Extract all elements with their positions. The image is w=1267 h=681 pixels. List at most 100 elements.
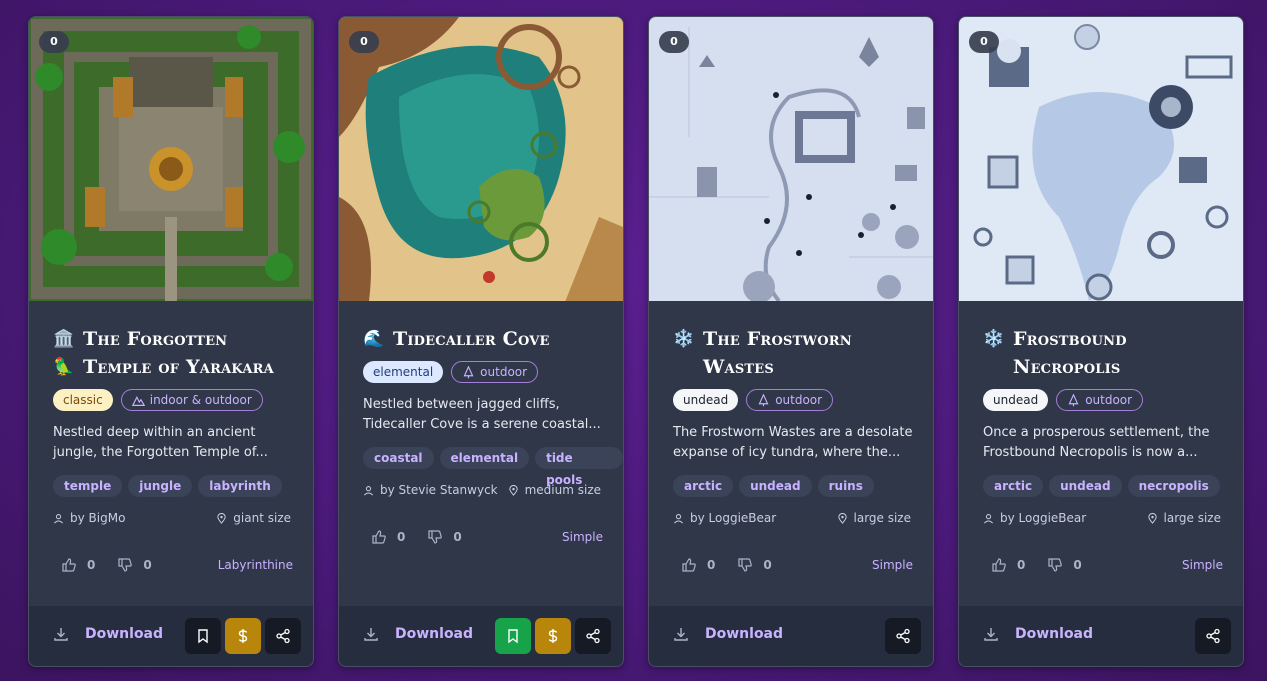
- environment-label: outdoor: [775, 393, 823, 407]
- dislike-count: 0: [143, 558, 152, 572]
- tag-chip[interactable]: labyrinth: [198, 475, 282, 497]
- dislike-button[interactable]: 0: [427, 529, 462, 545]
- map-size: large size: [837, 511, 912, 525]
- dislike-button[interactable]: 0: [117, 557, 152, 573]
- thumbs-up-icon: [992, 558, 1006, 572]
- environment-badge: outdoor: [451, 361, 539, 383]
- author[interactable]: by Stevie Stanwyck: [363, 483, 498, 497]
- download-button[interactable]: Download: [983, 626, 1093, 642]
- tag-chip[interactable]: arctic: [673, 475, 734, 497]
- share-button[interactable]: [1195, 618, 1231, 654]
- thumbs-down-icon: [428, 530, 443, 544]
- purchase-button[interactable]: [225, 618, 261, 654]
- type-badge: undead: [673, 389, 739, 411]
- like-button[interactable]: 0: [371, 529, 405, 545]
- tag-chip[interactable]: coastal: [363, 447, 434, 469]
- location-pin-icon: [508, 484, 518, 496]
- view-count-badge: 0: [969, 31, 999, 53]
- environment-label: outdoor: [1085, 393, 1133, 407]
- user-icon: [54, 513, 63, 523]
- tag-chip[interactable]: undead: [739, 475, 812, 497]
- like-count: 0: [87, 558, 96, 572]
- map-image: [649, 17, 933, 301]
- thumbs-down-icon: [738, 558, 753, 572]
- share-button[interactable]: [265, 618, 301, 654]
- complexity-label: Labyrinthine: [217, 558, 293, 572]
- like-button[interactable]: 0: [61, 557, 95, 573]
- title-icons: ❄️: [983, 325, 1005, 381]
- map-description: Once a prosperous settlement, the Frostb…: [983, 425, 1210, 460]
- share-button[interactable]: [575, 618, 611, 654]
- tag-chip[interactable]: tide pools: [535, 447, 623, 487]
- share-icon: [586, 628, 600, 644]
- download-button[interactable]: Download: [363, 626, 473, 642]
- tag-chip[interactable]: elemental: [439, 447, 530, 469]
- tag-chip[interactable]: ruins: [817, 475, 874, 497]
- dislike-button[interactable]: 0: [1047, 557, 1082, 573]
- author[interactable]: by LoggieBear: [673, 511, 776, 525]
- map-card[interactable]: 0 ❄️ The Frostworn Wastes undead outdoor…: [648, 16, 934, 667]
- size-label: giant size: [233, 511, 291, 525]
- card-footer: Download: [339, 606, 623, 666]
- map-title[interactable]: The Forgotten Temple of Yarakara: [83, 325, 293, 381]
- bookmark-button[interactable]: [185, 618, 221, 654]
- temple-icon: 🏛️: [53, 329, 75, 349]
- location-pin-icon: [217, 512, 226, 524]
- size-label: large size: [853, 511, 912, 525]
- tag-chip[interactable]: temple: [53, 475, 123, 497]
- snowflake-icon: ❄️: [673, 329, 695, 349]
- tree-icon: [463, 365, 474, 378]
- map-thumbnail-necropolis[interactable]: 0: [959, 17, 1243, 301]
- download-label: Download: [705, 626, 784, 642]
- like-count: 0: [397, 530, 406, 544]
- size-label: large size: [1163, 511, 1222, 525]
- snowflake-icon: ❄️: [983, 329, 1005, 349]
- card-footer: Download: [29, 606, 313, 666]
- share-icon: [896, 628, 910, 644]
- map-card[interactable]: 0 🏛️ 🦜 The Forgotten Temple of Yarakara …: [28, 16, 314, 667]
- map-card[interactable]: 0 🌊 Tidecaller Cove elemental outdoor Ne…: [338, 16, 624, 667]
- dollar-icon: [238, 629, 248, 643]
- share-button[interactable]: [885, 618, 921, 654]
- map-title[interactable]: Frostbound Necropolis: [1013, 325, 1223, 381]
- download-button[interactable]: Download: [53, 626, 163, 642]
- thumbs-up-icon: [62, 558, 76, 572]
- complexity-label: Simple: [872, 558, 913, 572]
- map-card[interactable]: 0 ❄️ Frostbound Necropolis undead outdoo…: [958, 16, 1244, 667]
- tag-chip[interactable]: arctic: [983, 475, 1044, 497]
- tag-chip[interactable]: undead: [1049, 475, 1122, 497]
- like-button[interactable]: 0: [991, 557, 1025, 573]
- mountain-icon: [131, 395, 145, 406]
- like-button[interactable]: 0: [681, 557, 715, 573]
- tag-chip[interactable]: necropolis: [1127, 475, 1220, 497]
- thumbs-up-icon: [682, 558, 696, 572]
- tag-chip[interactable]: jungle: [128, 475, 193, 497]
- map-title[interactable]: Tidecaller Cove: [393, 325, 550, 353]
- complexity-label: Simple: [562, 530, 603, 544]
- card-footer: Download: [959, 606, 1243, 666]
- user-icon: [364, 485, 373, 495]
- author[interactable]: by BigMo: [53, 511, 125, 525]
- location-pin-icon: [1147, 512, 1157, 524]
- map-image: [29, 17, 313, 301]
- share-icon: [1206, 628, 1220, 644]
- thumbs-up-icon: [372, 530, 386, 544]
- map-thumbnail-coastal-cove[interactable]: 0: [339, 17, 623, 301]
- thumbs-down-icon: [1048, 558, 1063, 572]
- like-count: 0: [707, 558, 716, 572]
- bookmark-button-active[interactable]: [495, 618, 531, 654]
- dislike-button[interactable]: 0: [737, 557, 772, 573]
- like-count: 0: [1017, 558, 1026, 572]
- parrot-icon: 🦜: [53, 357, 75, 377]
- map-title[interactable]: The Frostworn Wastes: [703, 325, 913, 381]
- map-thumbnail-jungle-temple[interactable]: 0: [29, 17, 313, 301]
- map-thumbnail-frozen-wastes[interactable]: 0: [649, 17, 933, 301]
- author[interactable]: by LoggieBear: [983, 511, 1086, 525]
- download-icon: [984, 628, 998, 641]
- map-image: [959, 17, 1243, 301]
- download-button[interactable]: Download: [673, 626, 783, 642]
- download-label: Download: [395, 626, 474, 642]
- purchase-button[interactable]: [535, 618, 571, 654]
- type-badge: classic: [53, 389, 113, 411]
- map-image: [339, 17, 623, 301]
